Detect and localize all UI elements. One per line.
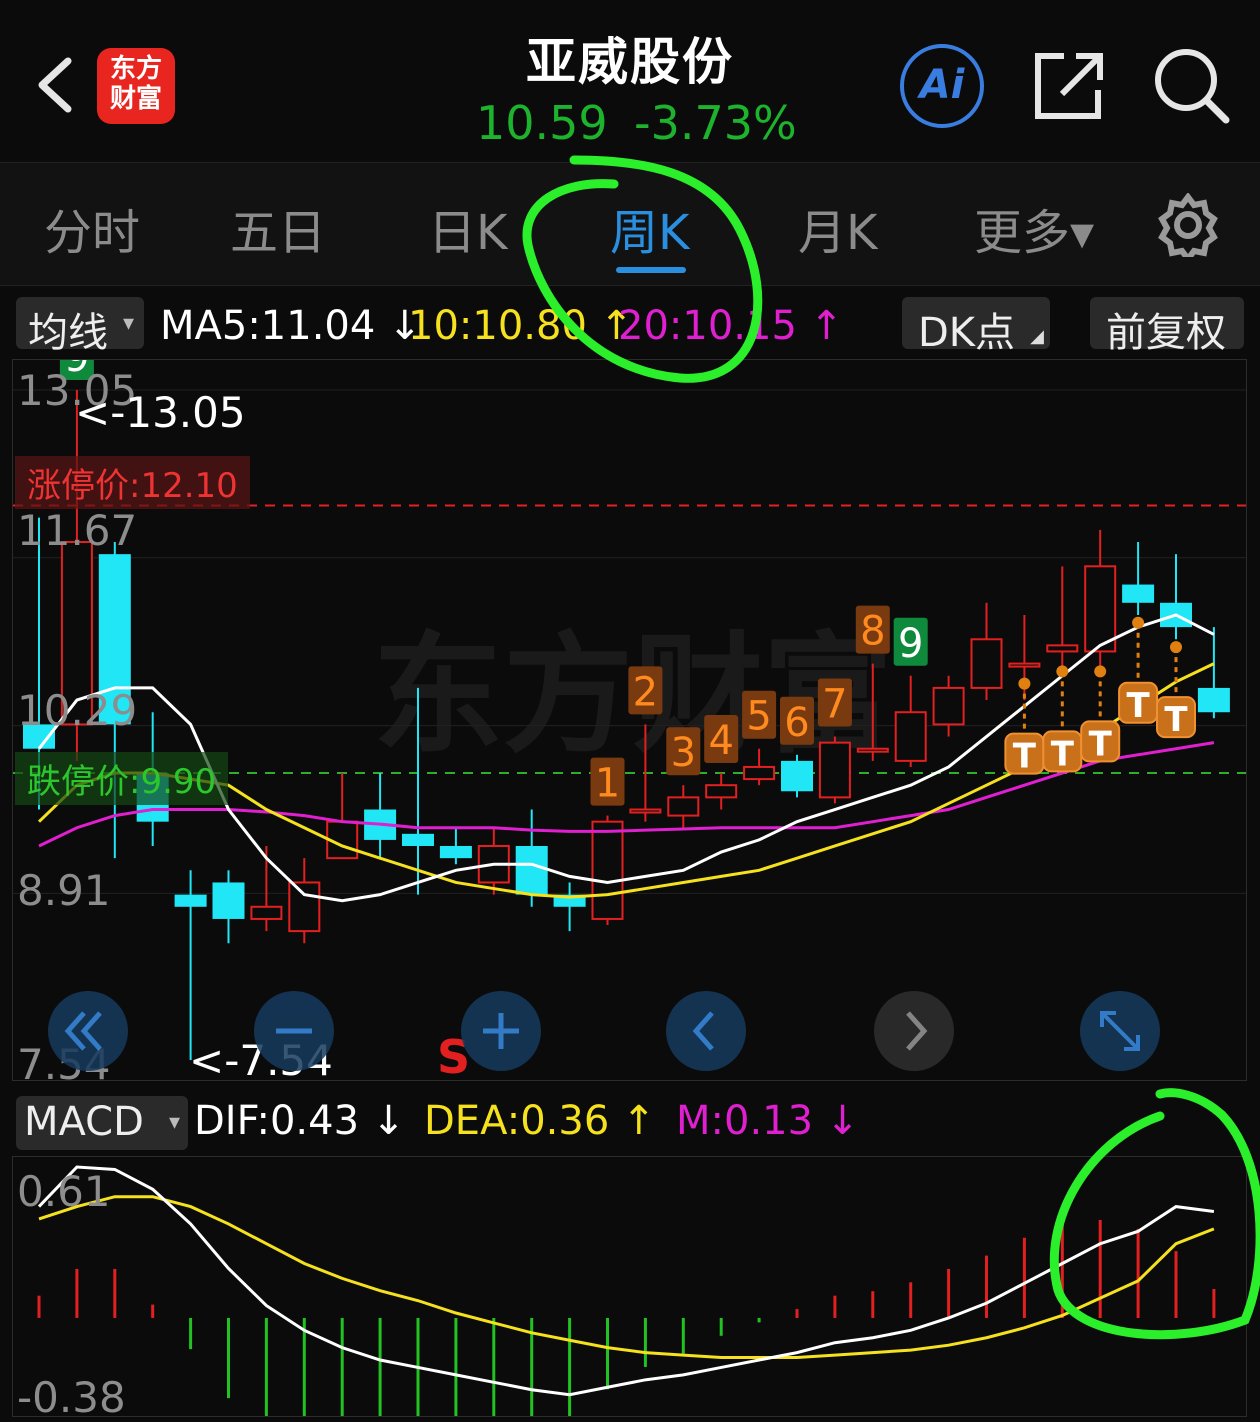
tab-weekly-k[interactable]: 周K [610,193,689,263]
chevron-right-icon [906,1011,928,1051]
candle-body [1008,662,1041,668]
nine-turn-marker-label: 8 [860,609,885,655]
candle-body [174,894,207,907]
candle-body [970,638,1003,689]
candle-body [743,765,776,781]
active-tab-indicator [616,267,686,273]
candle-body [1197,687,1230,713]
candle-body [894,711,927,762]
expand-icon [1100,1011,1140,1051]
period-tabs: 分时 五日 日K 周K 月K 更多▾ [0,163,1260,286]
change-percent: -3.73% [634,96,797,150]
candle-body [212,882,245,919]
nine-turn-marker-label: 3 [671,730,696,776]
candle-body [1046,644,1079,653]
candle-body [667,796,700,817]
ma-selector-label: 均线 [28,310,108,356]
candle-body [591,820,624,920]
chevron-down-icon: ▾ [168,1110,180,1135]
tab-monthly-k[interactable]: 月K [798,193,877,263]
t-marker-label: T [1013,737,1037,777]
tab-five-day[interactable]: 五日 [230,193,326,263]
ma5-value: MA5:11.04 ↓ [160,303,422,349]
nine-turn-marker-label: 6 [784,700,809,746]
zoom-in-button[interactable] [461,991,541,1071]
candle-body [250,905,283,920]
t-marker-dot [1056,665,1069,678]
tab-daily-k[interactable]: 日K [428,193,507,263]
candle-body [856,747,889,753]
t-marker-dot [1132,616,1145,629]
dk-point-button[interactable]: DK点 ◢ [902,297,1050,356]
search-icon[interactable] [1152,46,1232,126]
limit-down-label: 跌停价:9.90 [15,752,229,805]
y-axis-middle: 10.29 [17,686,138,735]
m-value: M:0.13 ↓ [676,1098,860,1144]
scroll-right-button[interactable] [874,991,954,1071]
t-marker-label: T [1089,724,1113,764]
candle-body [1122,584,1155,603]
ma10-value: 10:10.80 ↑ [408,303,634,349]
candle-body [515,845,548,895]
t-marker-dot [1170,641,1182,654]
ma-selector[interactable]: 均线 ▾ [16,297,144,356]
scroll-left-button[interactable] [666,991,746,1071]
candle-body [818,741,851,799]
header: 东方财富 亚威股份 10.59 -3.73% Ai [0,0,1260,163]
y-axis-lower: 8.91 [17,866,111,915]
dk-point-label: DK点 [918,310,1016,356]
candle-body [705,784,738,799]
jump-start-button[interactable] [48,991,128,1071]
double-chevron-left-icon [64,1011,102,1051]
gear-icon[interactable] [1156,193,1220,257]
chevron-down-icon: ▾ [122,311,134,336]
indicator-selector-label: MACD [24,1099,144,1145]
candle-body [288,881,321,933]
nine-turn-marker-label: 4 [708,718,733,764]
ma-legend-row: 均线 ▾ MA5:11.04 ↓ 10:10.80 ↑ 20:10.15 ↑ D… [0,287,1260,359]
plus-icon [483,1013,519,1049]
zoom-out-button[interactable] [254,991,334,1071]
tab-more[interactable]: 更多▾ [974,193,1094,263]
high-price-hint: <-13.05 [75,388,246,437]
nine-turn-marker-label: 2 [633,669,658,715]
nine-turn-marker-label: 9 [898,621,923,667]
candle-body [932,686,965,726]
adjust-price-button[interactable]: 前复权 [1090,297,1244,356]
kline-chart[interactable]: 东方财富 1234567899TTTTT 13.05 <-13.05 11.67… [12,359,1247,1089]
indicator-selector[interactable]: MACD ▾ [16,1096,188,1150]
macd-chart[interactable]: 0.61 -0.38 [12,1156,1247,1422]
t-marker-label: T [1126,686,1150,726]
share-icon[interactable] [1032,50,1106,122]
candle-body [402,833,434,846]
macd-legend-row: MACD ▾ DIF:0.43 ↓ DEA:0.36 ↑ M:0.13 ↓ [0,1090,1260,1154]
y-axis-upper: 11.67 [17,506,138,555]
candle-body [629,808,662,814]
dea-value: DEA:0.36 ↑ [424,1098,656,1144]
dif-line [37,1165,1215,1397]
macd-y-top: 0.61 [17,1167,111,1216]
fullscreen-button[interactable] [1080,991,1160,1071]
limit-up-label: 涨停价:12.10 [15,456,250,509]
nine-turn-marker-label: 1 [595,761,620,807]
tab-intraday[interactable]: 分时 [44,193,140,263]
candle-body [439,845,472,859]
ai-assistant-icon[interactable]: Ai [900,44,984,128]
macd-y-bottom: -0.38 [17,1373,126,1422]
candle-body [781,760,813,792]
current-price: 10.59 [476,96,608,150]
chevron-left-icon [692,1011,714,1051]
t-marker-dot [1018,677,1031,690]
minus-icon [276,1028,312,1034]
macd-svg [37,1165,1216,1416]
ma20-value: 20:10.15 ↑ [618,303,844,349]
t-marker-label: T [1164,700,1188,740]
adjust-price-label: 前复权 [1106,310,1226,356]
nine-turn-marker-label: 7 [822,682,847,728]
corner-triangle-icon: ◢ [1030,326,1044,347]
dif-value: DIF:0.43 ↓ [194,1098,406,1144]
t-marker-label: T [1051,734,1075,774]
nine-turn-marker-label: 5 [746,694,771,740]
t-marker-dot [1094,665,1107,678]
